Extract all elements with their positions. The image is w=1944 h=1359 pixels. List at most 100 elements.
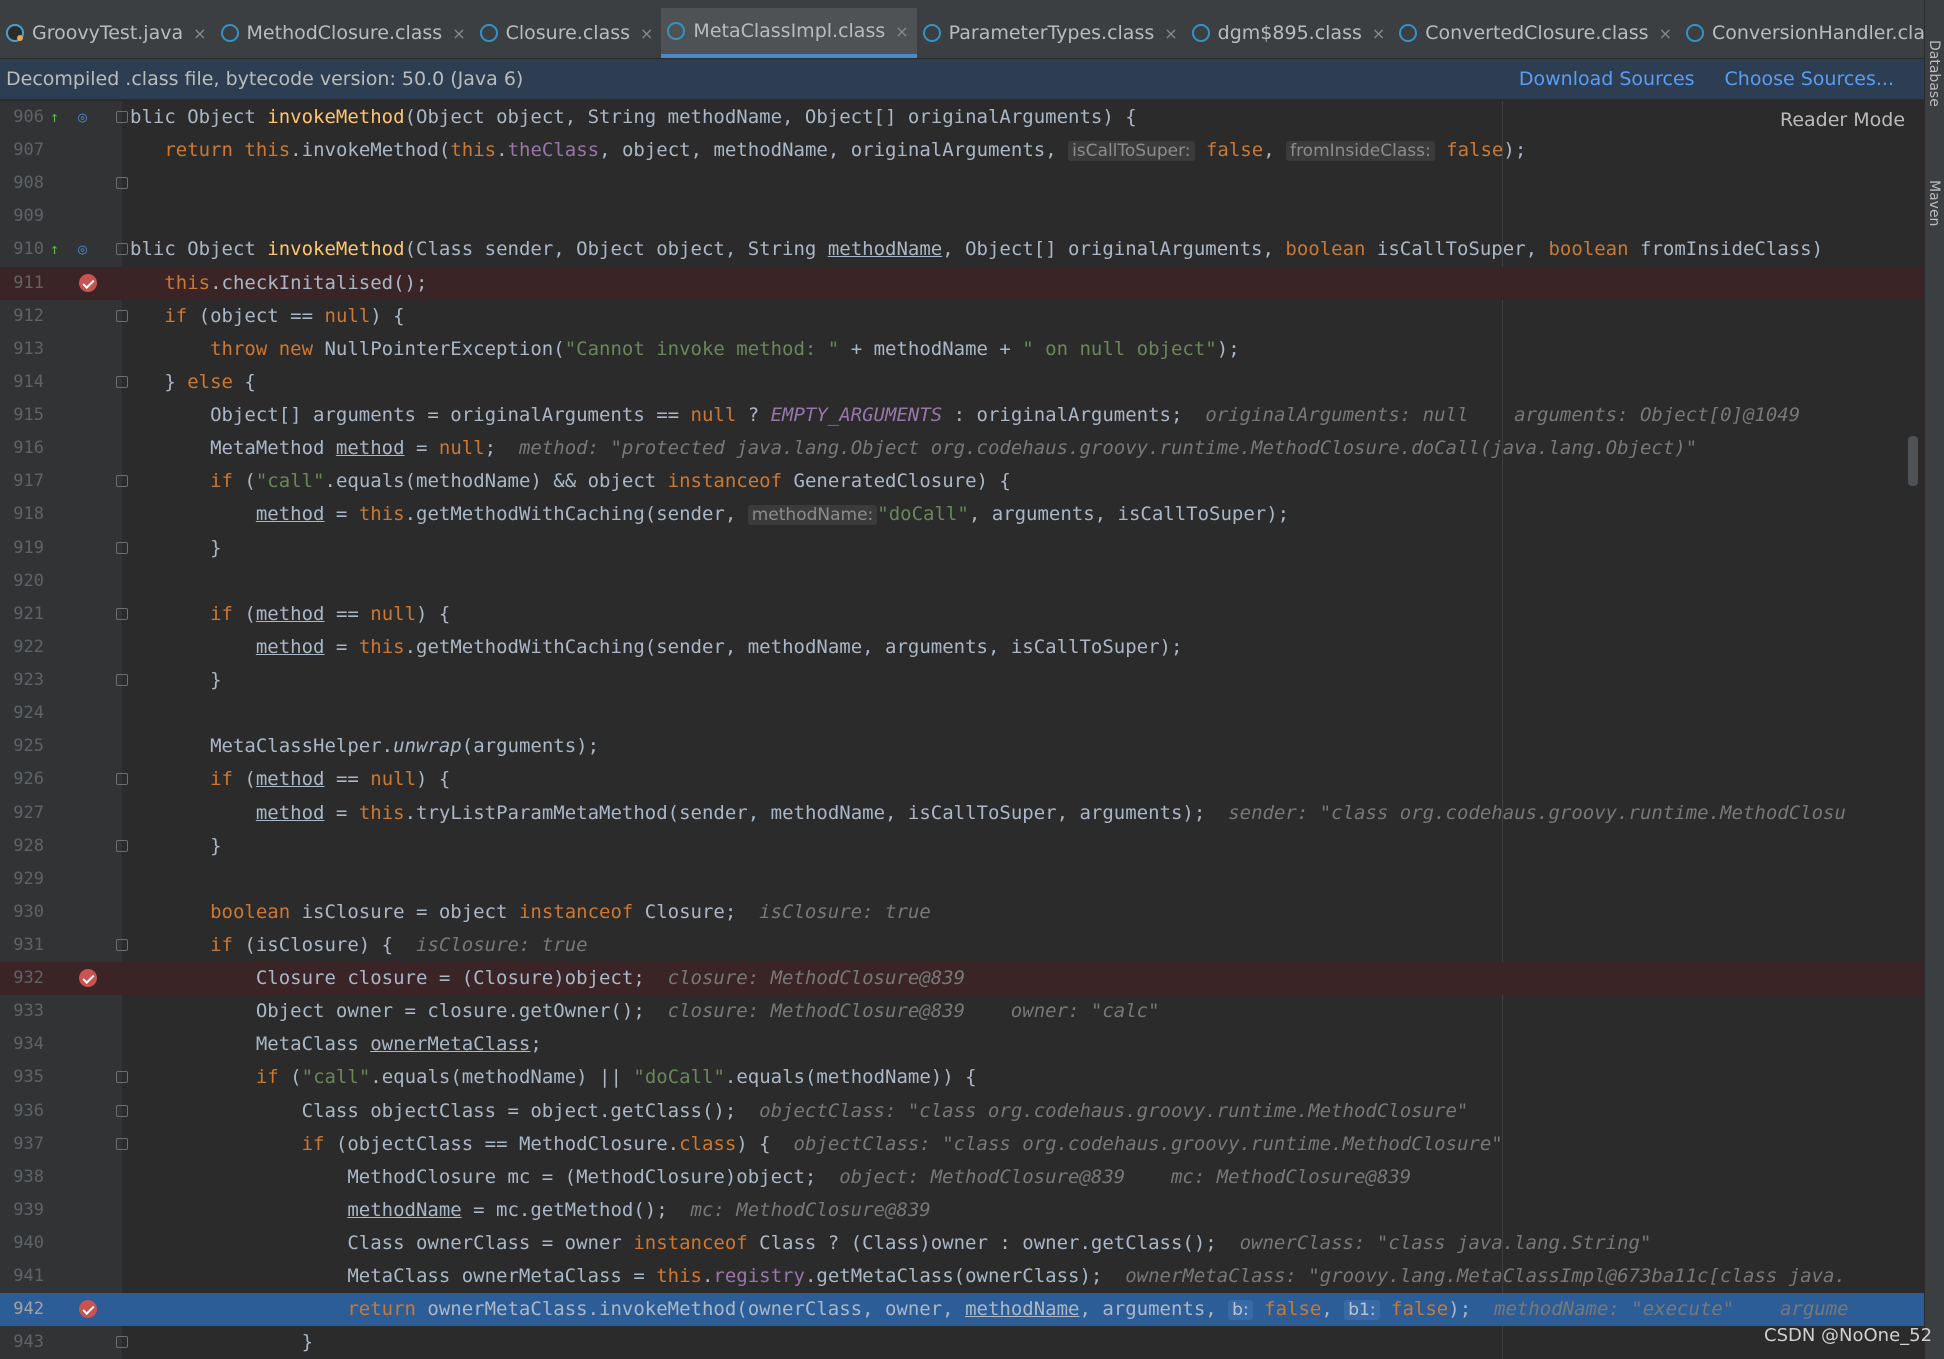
code-token: null <box>438 437 485 459</box>
code-token: ( <box>232 603 256 625</box>
close-icon[interactable]: × <box>193 24 206 43</box>
editor-tab[interactable]: MethodClosure.class × <box>215 8 474 58</box>
code-line[interactable]: 936 Class objectClass = object.getClass(… <box>0 1095 1924 1128</box>
breakpoint-icon[interactable] <box>79 969 97 987</box>
code-line[interactable]: 918 method = this.getMethodWithCaching(s… <box>0 498 1924 531</box>
quick-doc-icon[interactable]: ◎ <box>78 101 87 134</box>
code-text: if (method == null) { <box>130 763 450 796</box>
reader-mode-toggle[interactable]: Reader Mode <box>1780 109 1905 131</box>
fold-toggle-icon[interactable] <box>116 111 128 123</box>
maven-tool-tab[interactable]: Maven <box>1926 180 1942 226</box>
code-line[interactable]: 914 } else { <box>0 366 1924 399</box>
editor-scrollbar-thumb[interactable] <box>1908 436 1918 486</box>
code-line[interactable]: 931 if (isClosure) { isClosure: true <box>0 929 1924 962</box>
editor-tab[interactable]: dgm$895.class × <box>1186 8 1394 58</box>
code-line[interactable]: 921 if (method == null) { <box>0 598 1924 631</box>
code-line[interactable]: 938 MethodClosure mc = (MethodClosure)ob… <box>0 1161 1924 1194</box>
close-icon[interactable]: × <box>1372 24 1385 43</box>
code-line[interactable]: 927 method = this.tryListParamMetaMethod… <box>0 797 1924 830</box>
fold-toggle-icon[interactable] <box>116 939 128 951</box>
code-token: .tryListParamMetaMethod(sender, methodNa… <box>404 802 1229 824</box>
code-token: if <box>210 470 233 492</box>
code-line[interactable]: 917 if ("call".equals(methodName) && obj… <box>0 465 1924 498</box>
code-line[interactable]: 941 MetaClass ownerMetaClass = this.regi… <box>0 1260 1924 1293</box>
close-icon[interactable]: × <box>640 24 653 43</box>
code-line[interactable]: 915 Object[] arguments = originalArgumen… <box>0 399 1924 432</box>
fold-toggle-icon[interactable] <box>116 177 128 189</box>
fold-toggle-icon[interactable] <box>116 475 128 487</box>
code-line[interactable]: 911 this.checkInitalised(); <box>0 267 1924 300</box>
code-line[interactable]: 910 ↑ ◎ blic Object invokeMethod(Class send… <box>0 233 1924 266</box>
fold-toggle-icon[interactable] <box>116 243 128 255</box>
fold-toggle-icon[interactable] <box>116 1105 128 1117</box>
close-icon[interactable]: × <box>452 24 465 43</box>
close-icon[interactable]: × <box>1164 24 1177 43</box>
code-token: if <box>301 1133 325 1155</box>
debug-inline-value: mc: MethodClosure@839 <box>690 1199 931 1221</box>
code-token: Closure; <box>633 901 760 923</box>
code-line[interactable]: 940 Class ownerClass = owner instanceof … <box>0 1227 1924 1260</box>
quick-doc-icon[interactable]: ◎ <box>78 233 87 266</box>
code-line[interactable]: 939 methodName = mc.getMethod(); mc: Met… <box>0 1194 1924 1227</box>
code-line[interactable]: 923 } <box>0 664 1924 697</box>
editor-tab[interactable]: ConvertedClosure.class × <box>1393 8 1680 58</box>
code-line[interactable]: 907 return this.invokeMethod(this.theCla… <box>0 134 1924 167</box>
override-icon[interactable]: ↑ <box>50 233 59 266</box>
code-line[interactable]: 908 <box>0 167 1924 200</box>
code-line[interactable]: 926 if (method == null) { <box>0 763 1924 796</box>
class-file-icon <box>1399 24 1418 42</box>
close-icon[interactable]: × <box>895 22 908 41</box>
code-line[interactable]: 925 MetaClassHelper.unwrap(arguments); <box>0 730 1924 763</box>
fold-toggle-icon[interactable] <box>116 773 128 785</box>
current-execution-line[interactable]: 942 return ownerMetaClass.invokeMethod(o… <box>0 1293 1924 1326</box>
code-line[interactable]: 924 <box>0 697 1924 730</box>
close-icon[interactable]: × <box>1659 24 1672 43</box>
code-line[interactable]: 943 } <box>0 1326 1924 1359</box>
code-editor[interactable]: 906 ↑ ◎ blic Object invokeMethod(Object obj… <box>0 101 1924 1359</box>
code-line[interactable]: 928 } <box>0 830 1924 863</box>
code-line[interactable]: 929 <box>0 863 1924 896</box>
code-line[interactable]: 920 <box>0 565 1924 598</box>
editor-tab[interactable]: Closure.class × <box>474 8 662 58</box>
code-line[interactable]: 919 } <box>0 532 1924 565</box>
fold-toggle-icon[interactable] <box>116 1336 128 1348</box>
fold-toggle-icon[interactable] <box>116 840 128 852</box>
line-number: 932 <box>13 968 44 988</box>
choose-sources-link[interactable]: Choose Sources... <box>1725 68 1894 90</box>
download-sources-link[interactable]: Download Sources <box>1519 68 1695 90</box>
code-token: this <box>656 1265 702 1287</box>
code-line[interactable]: 912 if (object == null) { <box>0 300 1924 333</box>
code-line[interactable]: 909 <box>0 200 1924 233</box>
override-icon[interactable]: ↑ <box>50 101 59 134</box>
code-line[interactable]: 934 MetaClass ownerMetaClass; <box>0 1028 1924 1061</box>
fold-toggle-icon[interactable] <box>116 310 128 322</box>
editor-tab[interactable]: ConversionHandler.class× <box>1680 8 1924 58</box>
code-line[interactable]: 930 boolean isClosure = object instanceo… <box>0 896 1924 929</box>
editor-tab[interactable]: ParameterTypes.class × <box>917 8 1186 58</box>
fold-toggle-icon[interactable] <box>116 1071 128 1083</box>
code-line[interactable]: 933 Object owner = closure.getOwner(); c… <box>0 995 1924 1028</box>
breakpoint-icon[interactable] <box>79 274 97 292</box>
fold-toggle-icon[interactable] <box>116 608 128 620</box>
fold-toggle-icon[interactable] <box>116 674 128 686</box>
code-token: .getMethodWithCaching(sender, methodName… <box>404 636 1183 658</box>
database-tool-tab[interactable]: Database <box>1926 40 1942 107</box>
code-line[interactable]: 932 Closure closure = (Closure)object; c… <box>0 962 1924 995</box>
code-line[interactable]: 913 throw new NullPointerException("Cann… <box>0 333 1924 366</box>
code-line[interactable]: 916 MetaMethod method = null; method: "p… <box>0 432 1924 465</box>
breakpoint-icon[interactable] <box>79 1300 97 1318</box>
fold-toggle-icon[interactable] <box>116 1138 128 1150</box>
code-text: Class ownerClass = owner instanceof Clas… <box>130 1227 1651 1260</box>
fold-toggle-icon[interactable] <box>116 542 128 554</box>
fold-toggle-icon[interactable] <box>116 376 128 388</box>
editor-tab[interactable]: MetaClassImpl.class × <box>661 8 917 58</box>
code-line[interactable]: 935 if ("call".equals(methodName) || "do… <box>0 1061 1924 1094</box>
code-token: null <box>324 305 371 327</box>
code-line[interactable]: 937 if (objectClass == MethodClosure.cla… <box>0 1128 1924 1161</box>
code-line[interactable]: 906 ↑ ◎ blic Object invokeMethod(Object obj… <box>0 101 1924 134</box>
editor-tab[interactable]: GroovyTest.java × <box>0 8 215 58</box>
code-line[interactable]: 922 method = this.getMethodWithCaching(s… <box>0 631 1924 664</box>
